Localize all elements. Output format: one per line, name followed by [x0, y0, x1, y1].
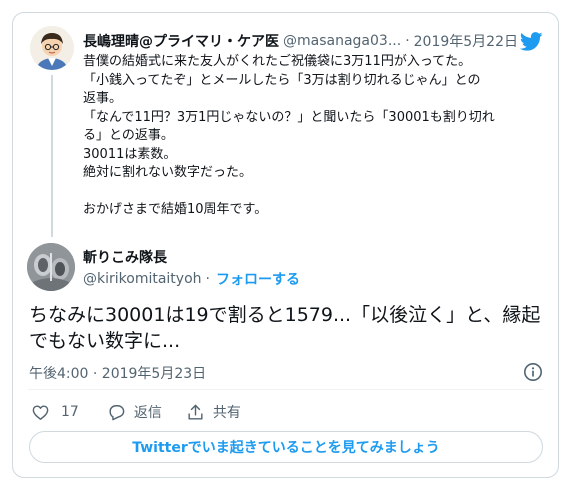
- quoted-text-line: 「なんで11円？3万1円じゃないの？」と聞いたら「30001も割り切れ: [83, 109, 495, 125]
- share-label: 共有: [212, 405, 241, 421]
- reply-tweet-text: ちなみに30001は19で割ると1579...「以後泣く」と、縁起 でもない数字…: [29, 302, 549, 354]
- reply-text-line: ちなみに30001は19で割ると1579...「以後泣く」と、縁起: [29, 304, 541, 326]
- reply-author-name[interactable]: 斬りこみ隊長: [83, 247, 167, 267]
- share-icon: [188, 404, 203, 420]
- like-count: 17: [61, 404, 79, 420]
- thread-connector-line: [51, 75, 53, 237]
- quoted-tweet-date[interactable]: 2019年5月22日: [414, 31, 518, 51]
- reply-text-line: でもない数字に...: [29, 330, 181, 352]
- share-button[interactable]: 共有: [186, 402, 241, 422]
- reply-button[interactable]: 返信: [107, 402, 162, 422]
- quoted-text-line: 30011は素数。: [83, 146, 177, 162]
- view-on-twitter-button[interactable]: Twitterでいま起きていることを見てみましょう: [29, 431, 543, 463]
- quoted-author-avatar[interactable]: [30, 26, 74, 70]
- quoted-text-line: 「小銭入ってたぞ」とメールしたら「3万は割り切れるじゃん」との: [83, 72, 481, 88]
- reply-author-subline: @kirikomitaityoh · フォローする: [83, 269, 300, 289]
- reply-label: 返信: [133, 405, 162, 421]
- info-icon[interactable]: [523, 362, 543, 382]
- reply-author-avatar[interactable]: [27, 243, 75, 291]
- like-button[interactable]: 17: [31, 403, 79, 422]
- reply-icon: [109, 404, 125, 420]
- actions-divider: [28, 389, 543, 390]
- quoted-text-line: 昔僕の結婚式に来た友人がくれたご祝儀袋に3万11円が入ってた。: [83, 54, 472, 69]
- quoted-author-handle[interactable]: @masanaga03...: [283, 33, 401, 49]
- quoted-separator: ·: [405, 33, 410, 49]
- quoted-tweet-text: 昔僕の結婚式に来た友人がくれたご祝儀袋に3万11円が入ってた。 「小銭入ってたぞ…: [83, 53, 553, 220]
- heart-icon: [32, 404, 49, 420]
- follow-button[interactable]: フォローする: [216, 269, 300, 289]
- reply-separator: ·: [205, 271, 210, 287]
- quoted-text-line: 絶対に割れない数字だった。: [83, 165, 253, 180]
- quoted-author-name[interactable]: 長嶋理晴@プライマリ・ケア医: [83, 31, 279, 51]
- quoted-text-line: る」との返事。: [83, 128, 174, 143]
- quoted-tweet-header: 長嶋理晴@プライマリ・ケア医 @masanaga03... · 2019年5月2…: [83, 30, 518, 52]
- tweet-timestamp[interactable]: 午後4:00 · 2019年5月23日: [29, 363, 206, 383]
- quoted-text-line: [83, 183, 553, 202]
- twitter-bird-icon[interactable]: [520, 32, 543, 51]
- quoted-text-line: おかげさまで結婚10周年です。: [83, 202, 268, 217]
- reply-author-handle[interactable]: @kirikomitaityoh: [83, 271, 202, 287]
- tweet-actions-bar: 17 返信 共有: [31, 400, 241, 424]
- quoted-text-line: 返事。: [83, 91, 123, 106]
